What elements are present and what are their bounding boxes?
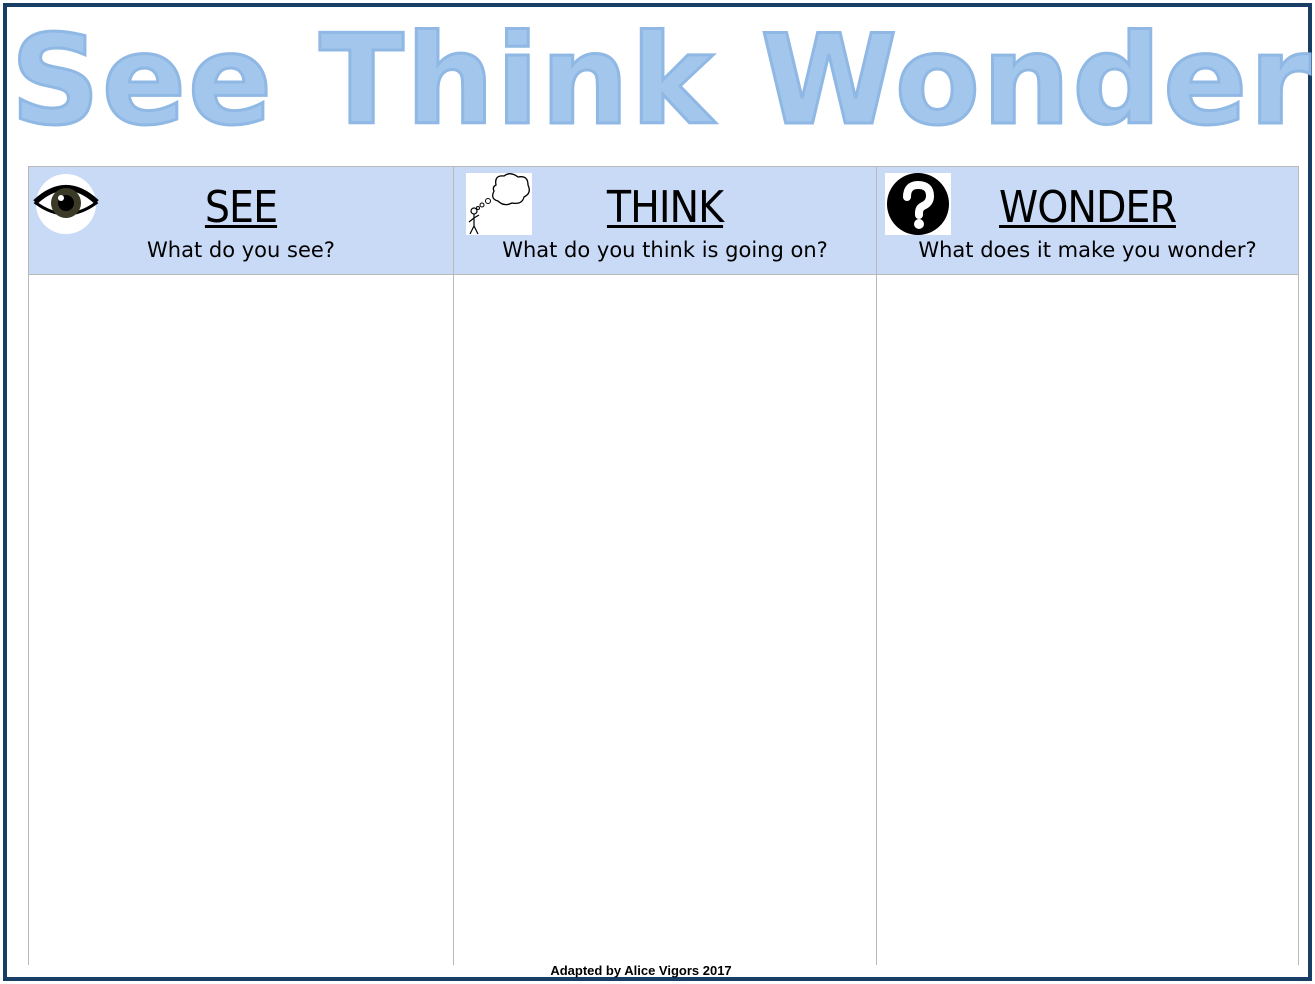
- column-header-think: THINK What do you think is going on?: [454, 167, 876, 275]
- attribution-footer: Adapted by Alice Vigors 2017: [550, 963, 732, 978]
- column-body-wonder[interactable]: [877, 275, 1298, 965]
- column-title-think: THINK: [606, 182, 724, 233]
- column-prompt-see: What do you see?: [147, 238, 335, 262]
- column-think: THINK What do you think is going on?: [453, 167, 876, 965]
- column-body-see[interactable]: [29, 275, 453, 965]
- column-prompt-think: What do you think is going on?: [502, 238, 828, 262]
- column-title-wonder: WONDER: [999, 182, 1177, 233]
- column-header-wonder: WONDER What does it make you wonder?: [877, 167, 1298, 275]
- column-prompt-wonder: What does it make you wonder?: [918, 238, 1257, 262]
- column-wonder: WONDER What does it make you wonder?: [876, 167, 1298, 965]
- worksheet-frame: See Think Wonder SEE What do you see? TH…: [3, 3, 1312, 981]
- column-body-think[interactable]: [454, 275, 876, 965]
- see-think-wonder-table: SEE What do you see? THINK What do you t…: [28, 166, 1299, 965]
- column-title-see: SEE: [204, 182, 278, 233]
- column-see: SEE What do you see?: [29, 167, 453, 965]
- column-header-see: SEE What do you see?: [29, 167, 453, 275]
- page-title: See Think Wonder: [9, 9, 1313, 153]
